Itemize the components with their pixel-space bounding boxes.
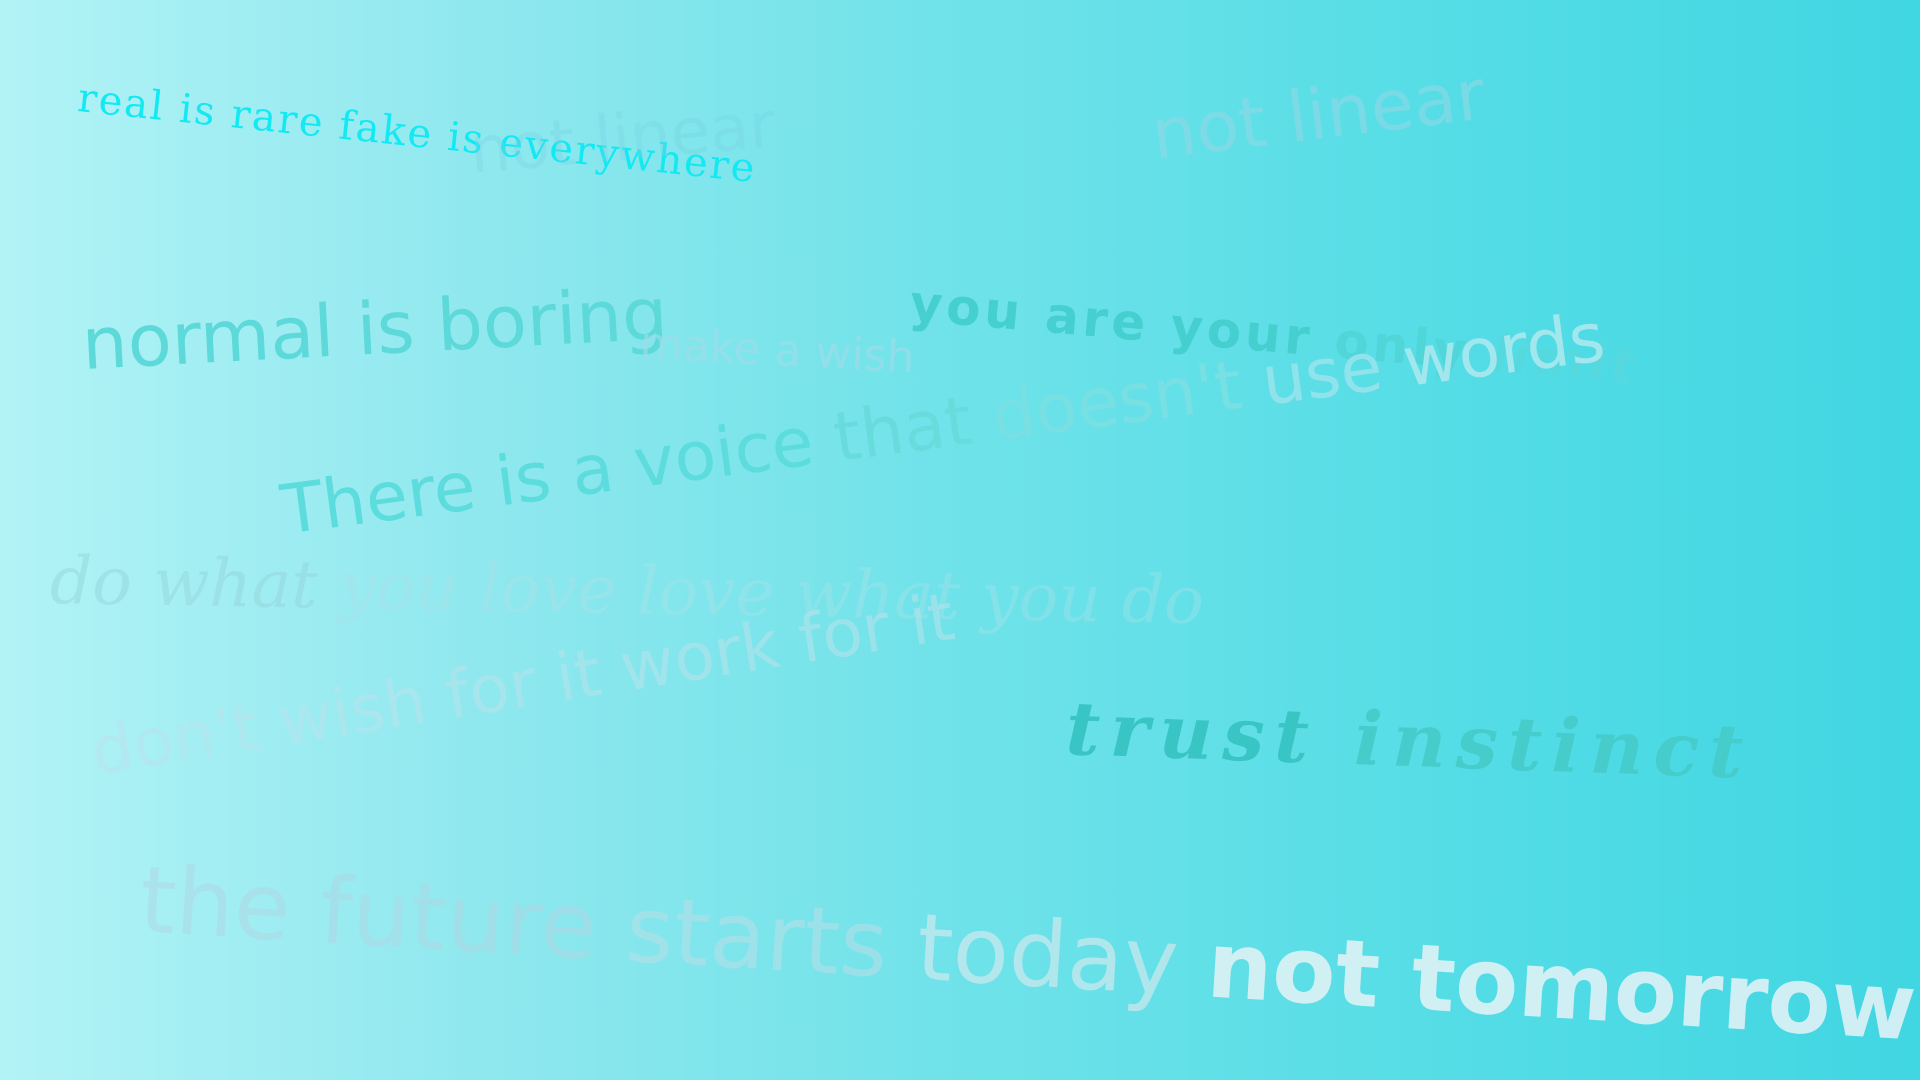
quote-do-what-part2: you love: [338, 547, 618, 629]
quote-normal-is-boring: normal is boring: [79, 271, 670, 386]
quote-future-part1: the future: [136, 846, 601, 981]
quote-future-starts-today: the future starts today not tomorrow: [136, 846, 1920, 1062]
quote-future-part3: today: [913, 893, 1182, 1017]
quote-do-what-you-love: do what you love love what you do: [49, 542, 1204, 639]
quote-trust-part1: trust: [1064, 686, 1321, 781]
quote-do-what-part1: do what: [49, 542, 319, 624]
quote-trust-instinct: trust instinct: [1064, 686, 1755, 796]
quote-voice-part3: doesn't: [987, 346, 1247, 458]
quote-voice-part4: use: [1257, 327, 1388, 422]
quote-make-a-wish: make a wish: [638, 318, 916, 384]
quote-voice-part1: There is a voice: [276, 402, 819, 551]
quote-voice-part2: that: [829, 381, 977, 478]
quote-future-part2: starts: [622, 875, 892, 999]
quote-not-linear-right: not linear: [1147, 53, 1490, 176]
quote-trust-part2: instinct: [1352, 696, 1755, 796]
quote-future-part4: not tomorrow: [1204, 911, 1920, 1062]
